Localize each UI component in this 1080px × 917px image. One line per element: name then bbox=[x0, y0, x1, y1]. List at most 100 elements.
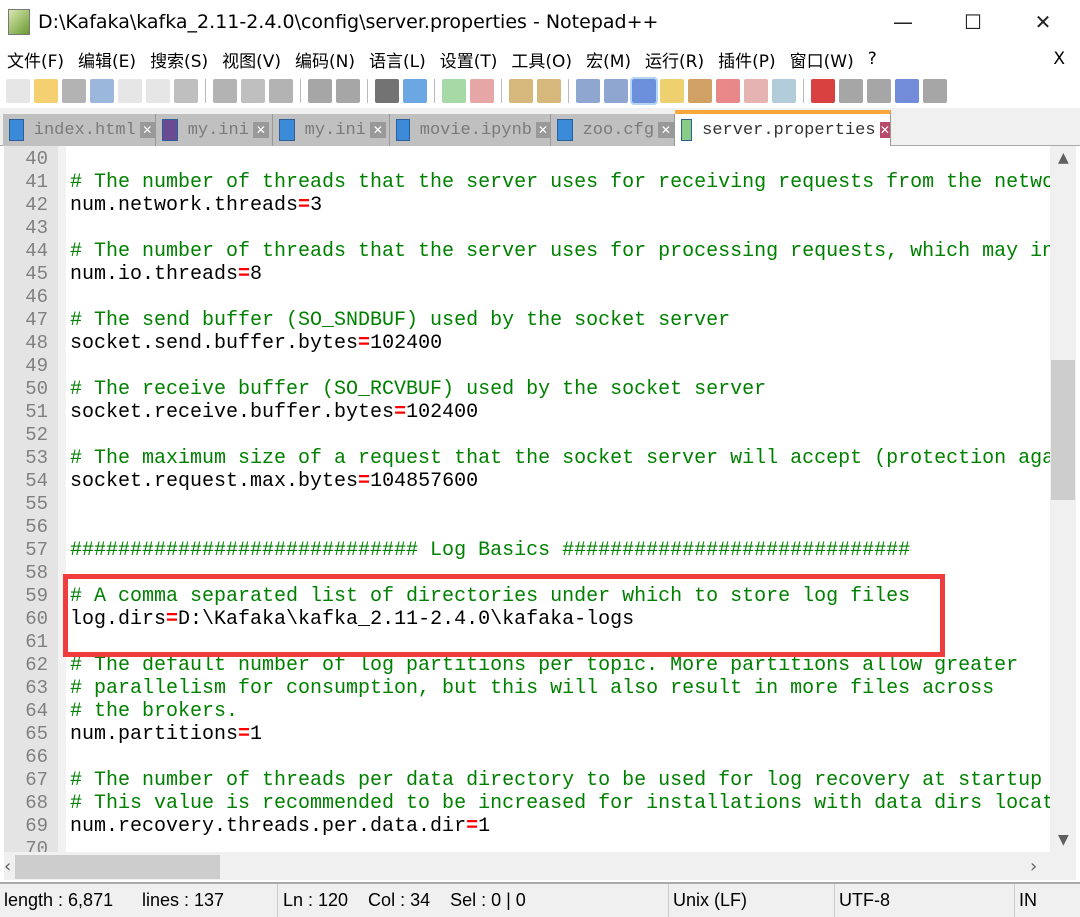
code-line: # The default number of log partitions p… bbox=[70, 654, 1018, 677]
line-number: 68 bbox=[25, 792, 48, 814]
open-icon[interactable] bbox=[34, 79, 58, 103]
undo-icon[interactable] bbox=[308, 79, 332, 103]
comment: # The send buffer (SO_SNDBUF) used by th… bbox=[70, 309, 731, 332]
record-icon[interactable] bbox=[811, 79, 835, 103]
redo-icon[interactable] bbox=[336, 79, 360, 103]
tab-server-properties[interactable]: server.properties ✕ bbox=[674, 110, 892, 146]
code-line: # the brokers. bbox=[70, 700, 238, 723]
line-number: 57 bbox=[25, 539, 48, 561]
close-button[interactable]: ✕ bbox=[1008, 0, 1078, 44]
sync-h-icon[interactable] bbox=[537, 79, 561, 103]
maximize-button[interactable]: ☐ bbox=[938, 0, 1008, 44]
menu-item[interactable]: 宏(M) bbox=[579, 47, 638, 72]
close-tab-icon[interactable]: ✕ bbox=[535, 122, 550, 138]
close-tab-icon[interactable]: ✕ bbox=[369, 122, 386, 138]
save-all-icon[interactable] bbox=[90, 79, 114, 103]
close-icon[interactable] bbox=[118, 79, 142, 103]
run-multiple-icon[interactable] bbox=[895, 79, 919, 103]
new-icon[interactable] bbox=[6, 79, 30, 103]
tab-my-ini[interactable]: my.ini ✕ bbox=[155, 114, 273, 146]
play-icon[interactable] bbox=[867, 79, 891, 103]
status-length: length : 6,871 bbox=[4, 890, 114, 910]
line-number: 59 bbox=[25, 585, 48, 607]
scroll-right-icon[interactable]: › bbox=[1030, 856, 1037, 877]
minimize-button[interactable]: — bbox=[868, 0, 938, 44]
replace-icon[interactable] bbox=[403, 79, 427, 103]
editor[interactable]: 40 41 # The number of threads that the ser… bbox=[4, 146, 1050, 852]
comment: # The receive buffer (SO_RCVBUF) used by… bbox=[70, 378, 767, 401]
scroll-down-icon[interactable]: ▼ bbox=[1058, 832, 1069, 848]
doc-map-icon[interactable] bbox=[688, 79, 712, 103]
print-icon[interactable] bbox=[174, 79, 198, 103]
menu-item[interactable]: 编辑(E) bbox=[71, 47, 143, 72]
menu-item[interactable]: 搜索(S) bbox=[143, 47, 215, 72]
toolbar bbox=[0, 74, 1080, 108]
line-number: 65 bbox=[25, 723, 48, 745]
monitor-icon[interactable] bbox=[772, 79, 796, 103]
folder-icon[interactable] bbox=[744, 79, 768, 103]
code-line: # The number of threads that the server … bbox=[70, 240, 1050, 263]
code-line: # parallelism for consumption, but this … bbox=[70, 677, 994, 700]
close-document-button[interactable]: X bbox=[1046, 49, 1072, 69]
horizontal-scroll-thumb[interactable] bbox=[15, 855, 220, 879]
save-macro-icon[interactable] bbox=[923, 79, 947, 103]
comment: ############################# Log Basics… bbox=[70, 539, 911, 562]
tab-movie-ipynb[interactable]: movie.ipynb ✕ bbox=[389, 114, 551, 146]
fold-margin bbox=[58, 146, 66, 852]
save-icon[interactable] bbox=[62, 79, 86, 103]
comment: # This value is recommended to be increa… bbox=[70, 792, 1050, 815]
find-icon[interactable] bbox=[375, 79, 399, 103]
vertical-scrollbar[interactable]: ▲ ▼ bbox=[1050, 146, 1076, 852]
scroll-left-icon[interactable]: ‹ bbox=[4, 856, 11, 877]
tab-my-ini[interactable]: my.ini ✕ bbox=[272, 114, 390, 146]
comment: # The number of threads per data directo… bbox=[70, 769, 1043, 792]
close-tab-icon[interactable]: ✕ bbox=[252, 122, 269, 138]
property-value: 1 bbox=[250, 723, 263, 746]
menu-item[interactable]: 工具(O) bbox=[504, 47, 579, 72]
menu-item[interactable]: 语言(L) bbox=[362, 47, 433, 72]
cut-icon[interactable] bbox=[213, 79, 237, 103]
function-list-icon[interactable] bbox=[716, 79, 740, 103]
code-line: num.network.threads=3 bbox=[70, 194, 322, 217]
zoom-out-icon[interactable] bbox=[470, 79, 494, 103]
indent-guide-icon[interactable] bbox=[630, 77, 658, 105]
close-tab-icon[interactable]: ✕ bbox=[139, 122, 155, 138]
close-tab-icon[interactable]: ✕ bbox=[658, 122, 674, 138]
close-tab-icon[interactable]: ✕ bbox=[879, 122, 891, 138]
paste-icon[interactable] bbox=[269, 79, 293, 103]
property-value: 104857600 bbox=[370, 470, 479, 493]
property-key: num.network.threads bbox=[70, 194, 299, 217]
vertical-scroll-thumb[interactable] bbox=[1051, 360, 1075, 500]
udl-icon[interactable] bbox=[660, 79, 684, 103]
menu-item[interactable]: 编码(N) bbox=[288, 47, 362, 72]
horizontal-scrollbar[interactable]: ‹ › bbox=[4, 852, 1076, 880]
menu-item[interactable]: 窗口(W) bbox=[783, 47, 861, 72]
property-key: num.partitions bbox=[70, 723, 239, 746]
stop-icon[interactable] bbox=[839, 79, 863, 103]
zoom-in-icon[interactable] bbox=[442, 79, 466, 103]
scroll-up-icon[interactable]: ▲ bbox=[1058, 150, 1069, 166]
status-eol[interactable]: Unix (LF) bbox=[669, 884, 835, 917]
menu-item[interactable]: 文件(F) bbox=[0, 47, 71, 72]
toolbar-separator bbox=[568, 79, 569, 103]
sync-v-icon[interactable] bbox=[509, 79, 533, 103]
toolbar-separator bbox=[803, 79, 804, 103]
file-icon bbox=[556, 119, 573, 141]
tab-index-html[interactable]: index.html ✕ bbox=[2, 114, 156, 146]
menu-item[interactable]: ? bbox=[861, 49, 884, 69]
menu-item[interactable]: 插件(P) bbox=[711, 47, 783, 72]
status-encoding[interactable]: UTF-8 bbox=[835, 884, 1015, 917]
comment: # The number of threads that the server … bbox=[70, 240, 1050, 263]
tab-zoo-cfg[interactable]: zoo.cfg ✕ bbox=[550, 114, 675, 146]
line-number: 54 bbox=[25, 470, 48, 492]
show-all-icon[interactable] bbox=[604, 79, 628, 103]
code-line: socket.receive.buffer.bytes=102400 bbox=[70, 401, 478, 424]
equals-operator: = bbox=[238, 263, 251, 286]
menu-item[interactable]: 运行(R) bbox=[638, 47, 711, 72]
copy-icon[interactable] bbox=[241, 79, 265, 103]
close-all-icon[interactable] bbox=[146, 79, 170, 103]
menu-item[interactable]: 设置(T) bbox=[433, 47, 505, 72]
tab-label: my.ini bbox=[187, 120, 249, 140]
menu-item[interactable]: 视图(V) bbox=[215, 47, 288, 72]
wrap-icon[interactable] bbox=[576, 79, 600, 103]
